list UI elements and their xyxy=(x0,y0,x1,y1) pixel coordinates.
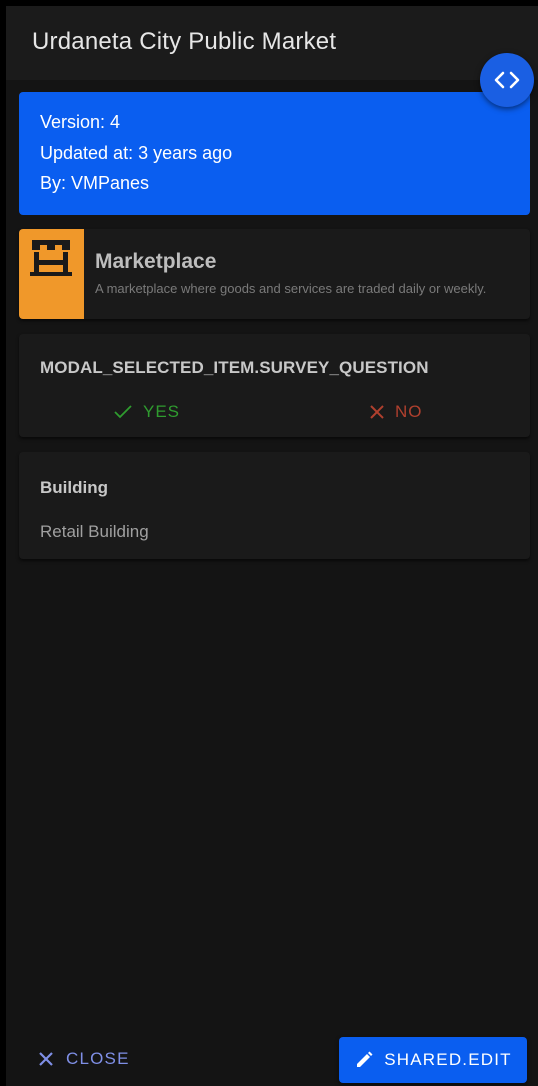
pencil-icon xyxy=(357,1051,373,1067)
survey-card: MODAL_SELECTED_ITEM.SURVEY_QUESTION YES … xyxy=(19,334,530,437)
building-label: Building xyxy=(40,478,108,497)
code-toggle-button[interactable] xyxy=(480,53,534,107)
category-card: Marketplace A marketplace where goods an… xyxy=(19,229,530,319)
version-info-card: Version: 4 Updated at: 3 years ago By: V… xyxy=(19,92,530,215)
page-title: Urdaneta City Public Market xyxy=(32,28,337,55)
edit-label: SHARED.EDIT xyxy=(384,1050,512,1069)
building-card: Building Retail Building xyxy=(19,452,530,559)
close-button[interactable]: CLOSE xyxy=(38,1046,130,1072)
marketplace-icon xyxy=(30,240,72,276)
updated-at: Updated at: 3 years ago xyxy=(40,143,233,163)
check-icon xyxy=(114,405,132,419)
building-value: Retail Building xyxy=(40,522,149,541)
category-description: A marketplace where goods and services a… xyxy=(95,281,487,296)
close-x-icon xyxy=(370,405,384,419)
edit-button[interactable]: SHARED.EDIT xyxy=(339,1037,527,1083)
category-icon-tile xyxy=(19,229,84,319)
code-icon xyxy=(494,71,520,89)
close-label: CLOSE xyxy=(66,1049,130,1068)
version-number: Version: 4 xyxy=(40,112,121,132)
yes-button[interactable]: YES xyxy=(113,400,180,424)
feature-detail-modal: Urdaneta City Public Market Version: 4 U… xyxy=(6,6,538,1086)
modal-header: Urdaneta City Public Market xyxy=(6,6,538,80)
updated-by: By: VMPanes xyxy=(40,173,150,193)
no-button[interactable]: NO xyxy=(369,400,423,424)
no-label: NO xyxy=(395,402,423,421)
category-name: Marketplace xyxy=(95,250,217,273)
yes-label: YES xyxy=(143,402,181,421)
close-icon xyxy=(39,1052,53,1066)
survey-question: MODAL_SELECTED_ITEM.SURVEY_QUESTION xyxy=(40,358,429,377)
